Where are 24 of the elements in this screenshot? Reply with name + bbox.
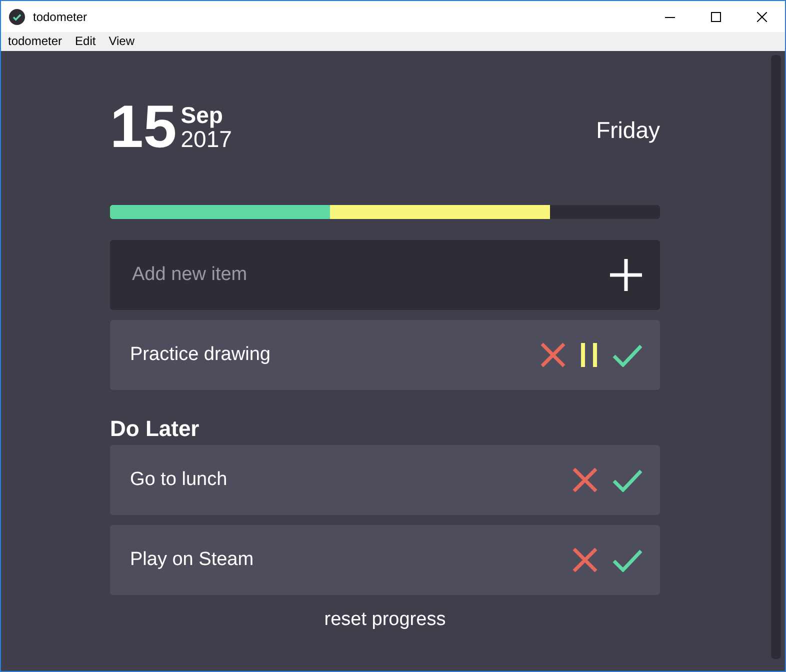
app-icon bbox=[9, 8, 25, 24]
menu-item[interactable]: todometer bbox=[8, 32, 62, 51]
check-icon[interactable] bbox=[612, 548, 642, 572]
weekday-label: Friday bbox=[596, 116, 660, 145]
day-number: 15 bbox=[110, 97, 177, 157]
delete-icon[interactable] bbox=[572, 467, 598, 493]
delete-icon[interactable] bbox=[572, 547, 598, 573]
window-title: todometer bbox=[33, 8, 88, 26]
todo-text: Go to lunch bbox=[130, 468, 228, 492]
section-heading: Do Later bbox=[110, 415, 200, 443]
add-icon[interactable] bbox=[610, 259, 642, 291]
close-icon[interactable] bbox=[757, 12, 767, 22]
maximize-icon[interactable] bbox=[711, 12, 721, 22]
year-label: 2017 bbox=[180, 127, 232, 152]
pause-icon[interactable] bbox=[580, 342, 598, 368]
reset-progress-button[interactable]: reset progress bbox=[324, 606, 446, 634]
menu-item[interactable]: View bbox=[108, 32, 135, 51]
delete-icon[interactable] bbox=[540, 342, 566, 368]
todo-text: Play on Steam bbox=[130, 548, 254, 572]
todo-text: Practice drawing bbox=[130, 342, 270, 367]
check-icon[interactable] bbox=[612, 343, 642, 367]
menu-item[interactable]: Edit bbox=[75, 32, 96, 51]
month-label: Sep bbox=[180, 102, 224, 127]
check-icon[interactable] bbox=[612, 468, 642, 492]
